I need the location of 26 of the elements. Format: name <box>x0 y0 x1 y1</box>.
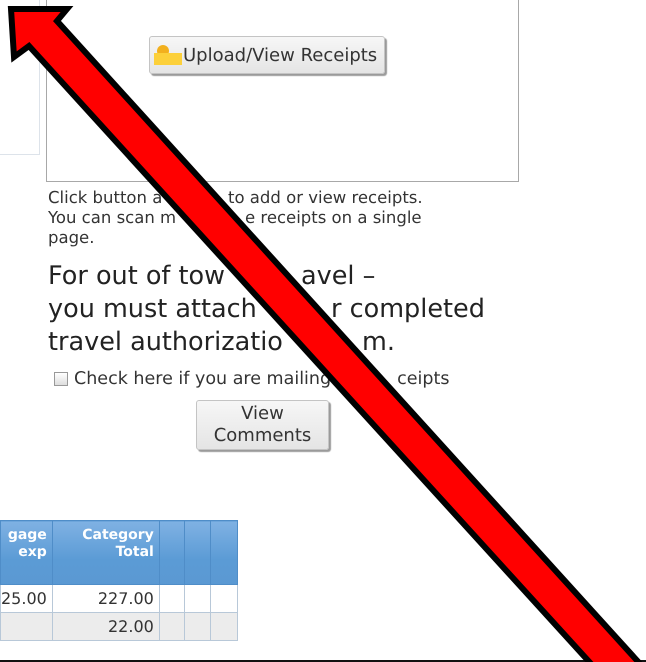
table-cell <box>210 612 238 640</box>
column-header: gage exp <box>0 520 52 584</box>
notice-text: avel – <box>301 260 376 293</box>
help-text: page. <box>48 228 94 248</box>
column-header <box>184 520 210 584</box>
view-comments-button[interactable]: View Comments <box>196 400 329 450</box>
column-header <box>159 520 184 584</box>
table-cell <box>184 612 210 640</box>
upload-receipts-button[interactable]: Upload/View Receipts <box>149 36 386 74</box>
help-text: Click button a <box>48 188 162 208</box>
notice-text: For out of tow <box>48 260 225 293</box>
notice-text: r completed <box>331 293 485 326</box>
column-header <box>210 520 238 584</box>
notice-text: m. <box>362 326 395 359</box>
table-cell: 22.00 <box>52 612 160 640</box>
notice-text: you must attach <box>48 293 257 326</box>
help-text: You can scan m <box>48 208 176 228</box>
folder-icon <box>153 44 183 66</box>
table-cell <box>159 612 184 640</box>
help-text: to add or view receipts. <box>228 188 423 208</box>
checkbox-label: ceipts <box>397 369 450 389</box>
table-cell <box>0 612 52 640</box>
help-text: e receipts on a single <box>245 208 422 228</box>
mailing-checkbox[interactable] <box>54 372 68 386</box>
notice-text: travel authorizatio <box>48 326 283 359</box>
column-header: Category Total <box>52 520 160 584</box>
